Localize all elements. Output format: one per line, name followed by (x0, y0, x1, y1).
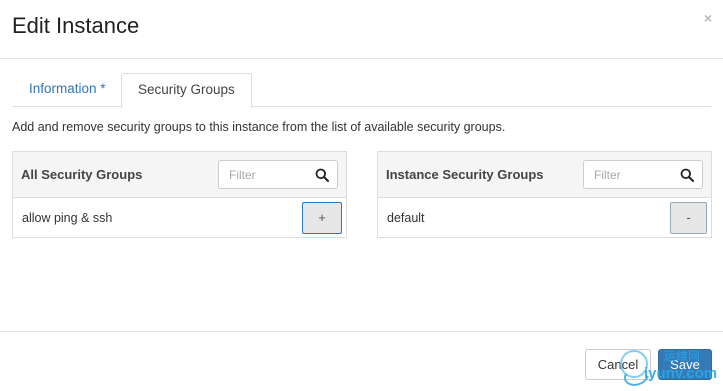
help-text: Add and remove security groups to this i… (12, 120, 506, 134)
add-security-group-button[interactable]: + (302, 202, 342, 234)
modal-header: Edit Instance × (0, 0, 723, 59)
tab-bar: Information * Security Groups (12, 73, 711, 108)
list-item: default - (378, 198, 711, 238)
panel-title: Instance Security Groups (386, 167, 544, 182)
search-icon[interactable] (315, 168, 329, 182)
watermark-text-cn: 运维网 (664, 349, 700, 363)
security-group-name: default (387, 211, 425, 225)
modal-title: Edit Instance (12, 13, 140, 38)
all-security-groups-panel: All Security Groups allow ping & ssh + (12, 151, 347, 238)
panel-title: All Security Groups (21, 167, 143, 182)
panel-header: Instance Security Groups (378, 152, 711, 198)
instance-security-groups-panel: Instance Security Groups default - (377, 151, 712, 238)
list-item: allow ping & ssh + (13, 198, 346, 238)
filter-input[interactable] (584, 161, 678, 188)
filter-box (218, 160, 338, 189)
watermark-text-site: iyunv.com (644, 365, 717, 382)
remove-security-group-button[interactable]: - (670, 202, 707, 234)
search-icon[interactable] (680, 168, 694, 182)
watermark-logo: 运维网 iyunv.com (620, 349, 717, 386)
security-group-name: allow ping & ssh (22, 211, 113, 225)
tab-security-groups[interactable]: Security Groups (121, 73, 252, 108)
filter-input[interactable] (219, 161, 313, 188)
modal-footer: Cancel Save (0, 331, 723, 391)
filter-box (583, 160, 703, 189)
close-icon[interactable]: × (704, 11, 712, 25)
tab-information[interactable]: Information * (13, 73, 122, 107)
panel-header: All Security Groups (13, 152, 346, 198)
